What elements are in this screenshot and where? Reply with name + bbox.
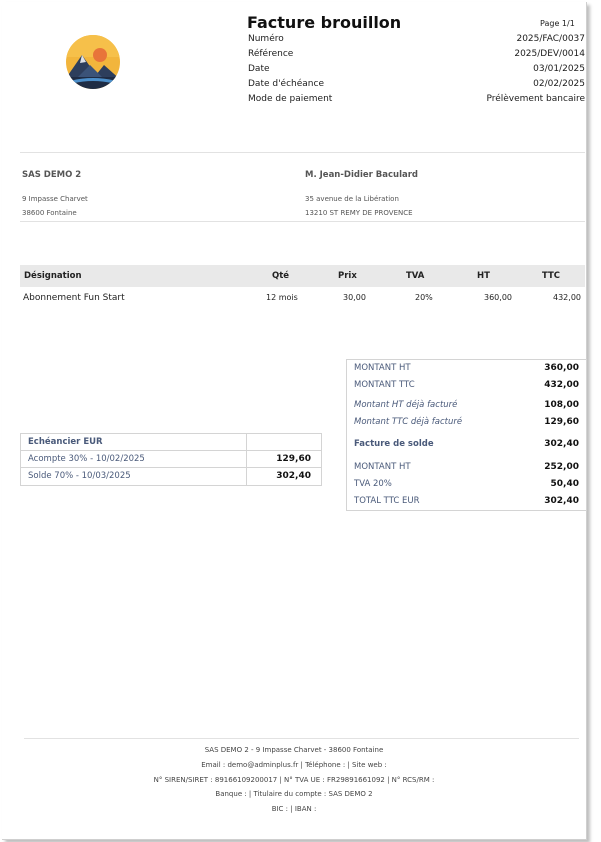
col-ht: HT (477, 271, 490, 281)
col-ttc: TTC (542, 271, 561, 281)
schedule-row: Solde 70% - 10/03/2025 302,40 (21, 468, 321, 485)
line-ttc: 432,00 (553, 293, 581, 302)
schedule-label: Acompte 30% - 10/02/2025 (28, 454, 145, 464)
footer-divider (24, 738, 579, 739)
meta-label: Numéro (248, 34, 284, 44)
total-value: 360,00 (544, 363, 579, 373)
total-label: Montant HT déjà facturé (354, 400, 458, 410)
buyer-address-line2: 13210 ST REMY DE PROVENCE (305, 209, 413, 217)
total-row-vat: TVA 20% 50,40 (347, 477, 586, 493)
footer-line: Email : demo@adminplus.fr | Téléphone : … (201, 761, 387, 769)
seller-name: SAS DEMO 2 (22, 170, 82, 180)
col-qty: Qté (272, 271, 290, 281)
total-label: TOTAL TTC EUR (354, 496, 420, 506)
footer-line: BIC : | IBAN : (271, 805, 317, 813)
total-row-montant-ttc: MONTANT TTC 432,00 (347, 378, 586, 394)
document-title: Facture brouillon (247, 13, 402, 32)
total-label: TVA 20% (354, 479, 392, 489)
meta-value: 02/02/2025 (533, 79, 585, 89)
line-price: 30,00 (343, 293, 366, 302)
schedule-header: Echéancier EUR (21, 434, 321, 451)
total-row-balance-invoice: Facture de solde 302,40 (347, 437, 586, 453)
divider (20, 221, 585, 222)
meta-row-numero: Numéro 2025/FAC/0037 (248, 34, 585, 48)
footer-line: SAS DEMO 2 - 9 Impasse Charvet - 38600 F… (204, 746, 384, 754)
payment-schedule: Echéancier EUR Acompte 30% - 10/02/2025 … (20, 433, 322, 486)
schedule-label: Solde 70% - 10/03/2025 (28, 471, 131, 481)
total-row-ht-already-billed: Montant HT déjà facturé 108,00 (347, 398, 586, 414)
buyer-name: M. Jean-Didier Baculard (305, 170, 419, 180)
col-designation: Désignation (24, 271, 82, 281)
divider (20, 152, 585, 153)
meta-label: Mode de paiement (248, 94, 333, 104)
total-value: 129,60 (544, 417, 579, 427)
invoice-page: Facture brouillon Page 1/1 Numéro 2025/F… (2, 2, 587, 840)
schedule-title: Echéancier EUR (28, 437, 103, 447)
schedule-amount: 302,40 (276, 471, 311, 481)
total-value: 252,00 (544, 462, 579, 472)
col-vat: TVA (406, 271, 425, 281)
total-label: Montant TTC déjà facturé (354, 417, 463, 427)
meta-row-payment: Mode de paiement Prélèvement bancaire (248, 94, 585, 108)
total-value: 302,40 (544, 496, 579, 506)
total-row-montant-ht-net: MONTANT HT 252,00 (347, 460, 586, 476)
meta-label: Date (248, 64, 270, 74)
total-value: 50,40 (550, 479, 579, 489)
seller-address-line2: 38600 Fontaine (22, 209, 77, 217)
schedule-amount: 129,60 (276, 454, 311, 464)
footer-line: N° SIREN/SIRET : 89166109200017 | N° TVA… (153, 776, 435, 784)
total-label: MONTANT HT (354, 363, 411, 373)
total-value: 108,00 (544, 400, 579, 410)
totals-box: MONTANT HT 360,00 MONTANT TTC 432,00 Mon… (346, 359, 587, 511)
page-number: Page 1/1 (540, 19, 575, 28)
total-label: MONTANT HT (354, 462, 411, 472)
total-row-total-ttc: TOTAL TTC EUR 302,40 (347, 494, 586, 510)
meta-value: 2025/FAC/0037 (516, 34, 585, 44)
footer-line: Banque : | Titulaire du compte : SAS DEM… (215, 790, 373, 798)
lines-table-header: Désignation Qté Prix TVA HT TTC (20, 265, 585, 287)
line-ht: 360,00 (484, 293, 512, 302)
meta-label: Référence (248, 49, 294, 59)
line-qty: 12 mois (266, 293, 298, 302)
meta-row-date: Date 03/01/2025 (248, 64, 585, 78)
seller-address-line1: 9 Impasse Charvet (22, 195, 88, 203)
meta-row-due-date: Date d'échéance 02/02/2025 (248, 79, 585, 93)
schedule-row: Acompte 30% - 10/02/2025 129,60 (21, 451, 321, 468)
meta-value: 03/01/2025 (533, 64, 585, 74)
line-designation: Abonnement Fun Start (23, 293, 125, 303)
buyer-address-line1: 35 avenue de la Libération (305, 195, 399, 203)
meta-value: 2025/DEV/0014 (514, 49, 585, 59)
total-value: 432,00 (544, 380, 579, 390)
mountain-sunset-logo-icon (66, 35, 120, 89)
total-label: Facture de solde (354, 439, 434, 449)
total-value: 302,40 (544, 439, 579, 449)
total-row-montant-ht: MONTANT HT 360,00 (347, 361, 586, 377)
meta-label: Date d'échéance (248, 79, 324, 89)
total-row-ttc-already-billed: Montant TTC déjà facturé 129,60 (347, 415, 586, 431)
meta-row-reference: Référence 2025/DEV/0014 (248, 49, 585, 63)
col-price: Prix (338, 271, 357, 281)
line-vat: 20% (415, 293, 433, 302)
total-label: MONTANT TTC (354, 380, 415, 390)
meta-value: Prélèvement bancaire (486, 94, 585, 104)
